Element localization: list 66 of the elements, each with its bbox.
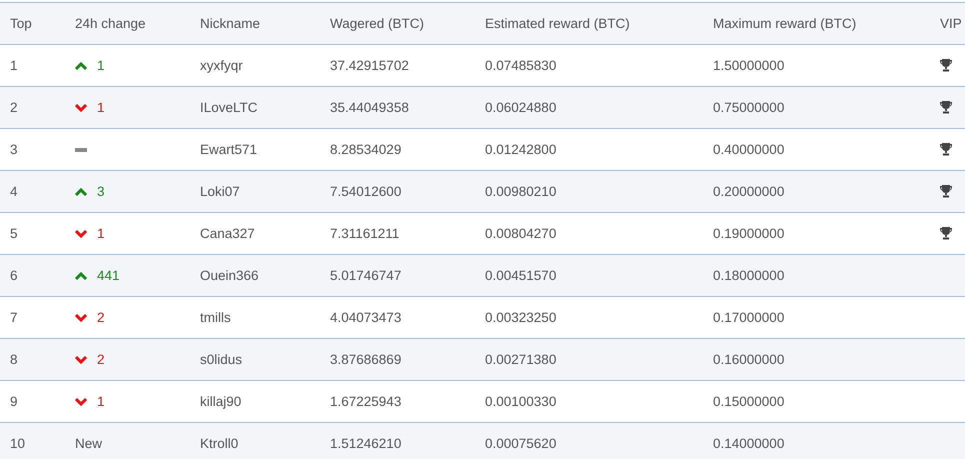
table-cell-text: 0.00804270 bbox=[484, 226, 558, 241]
table-cell-text: 1.67225943 bbox=[329, 394, 402, 409]
table-cell-text: 10 bbox=[9, 436, 26, 451]
table-cell-text: 8 bbox=[9, 352, 19, 367]
table-cell-text: 5.01746747 bbox=[329, 268, 402, 283]
table-cell-text: 0.00980210 bbox=[484, 184, 558, 199]
table-cell-text: 0.15000000 bbox=[712, 394, 786, 409]
table-cell-text: 0.14000000 bbox=[712, 436, 786, 451]
table-cell-text: 8.28534029 bbox=[329, 142, 402, 157]
rank-change: New bbox=[75, 436, 102, 451]
column-header: 24h change bbox=[74, 16, 147, 31]
column-header: VIP bbox=[939, 16, 963, 31]
table-cell-text: 0.00451570 bbox=[484, 268, 558, 283]
table-cell-text: 0.75000000 bbox=[712, 100, 786, 115]
table-cell-text: 3 bbox=[9, 142, 19, 157]
table-cell-text: Cana327 bbox=[199, 226, 256, 241]
table-cell-text: 1.51246210 bbox=[329, 436, 402, 451]
table-cell-text: 7.54012600 bbox=[329, 184, 402, 199]
table-cell-text: 1.50000000 bbox=[712, 58, 786, 73]
table-cell-text: 0.00271380 bbox=[484, 352, 558, 367]
table-cell-text: 6 bbox=[9, 268, 19, 283]
table-cell-text: 0.00100330 bbox=[484, 394, 558, 409]
table-cell-text: 0.19000000 bbox=[712, 226, 786, 241]
table-cell-text: 4.04073473 bbox=[329, 310, 402, 325]
table-cell-text: tmills bbox=[199, 310, 232, 325]
rank-change: 441 bbox=[97, 268, 120, 283]
rank-change: 1 bbox=[97, 58, 105, 73]
table-cell-text: ILoveLTC bbox=[199, 100, 259, 115]
rank-change: 1 bbox=[97, 394, 105, 409]
column-header: Wagered (BTC) bbox=[329, 16, 426, 31]
table-cell-text: 1 bbox=[9, 58, 19, 73]
table-cell-text: Ewart571 bbox=[199, 142, 258, 157]
table-cell-text: Ktroll0 bbox=[199, 436, 240, 451]
table-cell-text: 0.40000000 bbox=[712, 142, 786, 157]
table-cell-text: 3.87686869 bbox=[329, 352, 402, 367]
table-cell-text: 4 bbox=[9, 184, 19, 199]
table-cell-text: 7.31161211 bbox=[329, 226, 400, 241]
table-cell-text: 0.16000000 bbox=[712, 352, 786, 367]
table-cell-text: 35.44049358 bbox=[329, 100, 410, 115]
rank-change: 1 bbox=[97, 100, 105, 115]
table-cell-text: 9 bbox=[9, 394, 19, 409]
rank-change: 2 bbox=[97, 352, 105, 367]
table-cell-text: 37.42915702 bbox=[329, 58, 410, 73]
column-header: Maximum reward (BTC) bbox=[712, 16, 858, 31]
table-cell-text: 0.17000000 bbox=[712, 310, 786, 325]
column-header: Estimated reward (BTC) bbox=[484, 16, 631, 31]
table-cell-text: 0.07485830 bbox=[484, 58, 558, 73]
rank-change: 2 bbox=[97, 310, 105, 325]
table-cell-text: s0lidus bbox=[199, 352, 244, 367]
table-cell-text: 0.06024880 bbox=[484, 100, 558, 115]
rank-change: 1 bbox=[97, 226, 105, 241]
column-header: Top bbox=[9, 16, 33, 31]
table-cell-text: 5 bbox=[9, 226, 19, 241]
table-cell-text: 7 bbox=[9, 310, 19, 325]
table-cell-text: 0.20000000 bbox=[712, 184, 786, 199]
table-cell-text: 0.18000000 bbox=[712, 268, 786, 283]
table-cell-text: killaj90 bbox=[199, 394, 242, 409]
table-cell-text: xyxfyqr bbox=[199, 58, 244, 73]
rank-change: 3 bbox=[97, 184, 105, 199]
column-header: Nickname bbox=[199, 16, 262, 31]
table-cell-text: 0.00323250 bbox=[484, 310, 558, 325]
table-cell-text: 0.01242800 bbox=[484, 142, 558, 157]
table-cell-text: Ouein366 bbox=[199, 268, 260, 283]
table-cell-text: 2 bbox=[9, 100, 19, 115]
table-cell-text: 0.00075620 bbox=[484, 436, 558, 451]
table-cell-text: Loki07 bbox=[199, 184, 241, 199]
